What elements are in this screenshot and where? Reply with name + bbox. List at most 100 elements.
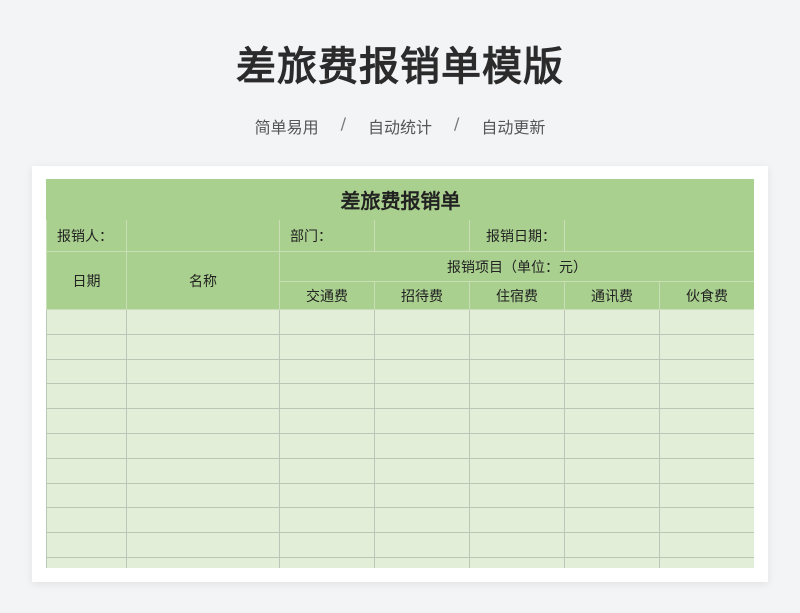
table-cell[interactable] xyxy=(46,457,127,484)
table-cell[interactable] xyxy=(658,507,754,534)
table-cell[interactable] xyxy=(658,482,754,509)
table-cell[interactable] xyxy=(46,556,127,568)
table-cell[interactable] xyxy=(46,358,127,385)
table-cell[interactable] xyxy=(469,383,565,410)
table-cell[interactable] xyxy=(469,309,565,335)
table-cell[interactable] xyxy=(279,358,375,385)
table-cell[interactable] xyxy=(564,358,660,385)
table-cell[interactable] xyxy=(279,532,375,558)
table-cell[interactable] xyxy=(658,408,754,434)
table-cell[interactable] xyxy=(46,333,127,360)
table-cell[interactable] xyxy=(126,383,280,410)
table-cell[interactable] xyxy=(374,532,470,558)
sheet-title: 差旅费报销单 xyxy=(46,179,754,220)
table-cell[interactable] xyxy=(564,408,660,434)
table-cell[interactable] xyxy=(46,432,127,459)
date-label: 报销日期： xyxy=(469,219,565,252)
table-cell[interactable] xyxy=(564,556,660,568)
spreadsheet: 差旅费报销单 报销人： 部门： 报销日期： 日期 名称 报销项目（单位：元） 交… xyxy=(46,179,754,568)
table-cell[interactable] xyxy=(279,408,375,434)
table-cell[interactable] xyxy=(564,309,660,335)
table-cell[interactable] xyxy=(374,408,470,434)
table-cell[interactable] xyxy=(46,532,127,558)
table-cell[interactable] xyxy=(658,309,754,335)
reporter-label: 报销人： xyxy=(46,219,127,252)
table-cell[interactable] xyxy=(279,333,375,360)
table-cell[interactable] xyxy=(46,383,127,410)
table-cell[interactable] xyxy=(46,309,127,335)
table-cell[interactable] xyxy=(469,532,565,558)
table-cell[interactable] xyxy=(469,507,565,534)
table-cell[interactable] xyxy=(126,432,280,459)
table-cell[interactable] xyxy=(469,333,565,360)
table-cell[interactable] xyxy=(279,383,375,410)
table-cell[interactable] xyxy=(374,556,470,568)
table-cell[interactable] xyxy=(658,532,754,558)
table-cell[interactable] xyxy=(564,457,660,484)
table-cell[interactable] xyxy=(374,333,470,360)
table-cell[interactable] xyxy=(279,432,375,459)
table-cell[interactable] xyxy=(658,358,754,385)
table-cell[interactable] xyxy=(564,507,660,534)
items-header-row: 日期 名称 报销项目（单位：元） xyxy=(46,251,754,310)
table-row xyxy=(46,408,754,434)
feature-tags: 简单易用 / 自动统计 / 自动更新 xyxy=(0,114,800,138)
table-cell[interactable] xyxy=(46,408,127,434)
table-row xyxy=(46,457,754,484)
table-cell[interactable] xyxy=(469,457,565,484)
sheet-title-row: 差旅费报销单 xyxy=(46,179,754,220)
table-cell[interactable] xyxy=(658,556,754,568)
table-cell[interactable] xyxy=(374,432,470,459)
table-row xyxy=(46,482,754,509)
table-cell[interactable] xyxy=(126,457,280,484)
table-cell[interactable] xyxy=(126,408,280,434)
tag-separator: / xyxy=(454,114,460,133)
table-cell[interactable] xyxy=(126,309,280,335)
table-cell[interactable] xyxy=(126,532,280,558)
name-column-header: 名称 xyxy=(126,251,280,310)
table-cell[interactable] xyxy=(46,507,127,534)
table-cell[interactable] xyxy=(469,432,565,459)
date-column-header: 日期 xyxy=(46,251,127,310)
table-row xyxy=(46,432,754,459)
table-cell[interactable] xyxy=(564,333,660,360)
table-cell[interactable] xyxy=(126,482,280,509)
table-cell[interactable] xyxy=(126,333,280,360)
table-cell[interactable] xyxy=(374,383,470,410)
table-cell[interactable] xyxy=(564,482,660,509)
table-cell[interactable] xyxy=(564,383,660,410)
table-cell[interactable] xyxy=(564,432,660,459)
table-cell[interactable] xyxy=(279,457,375,484)
table-cell[interactable] xyxy=(374,358,470,385)
table-cell[interactable] xyxy=(374,507,470,534)
table-cell[interactable] xyxy=(658,432,754,459)
table-cell[interactable] xyxy=(658,457,754,484)
item-col-meals: 伙食费 xyxy=(658,281,754,310)
reporter-cell[interactable] xyxy=(126,219,280,252)
table-cell[interactable] xyxy=(469,408,565,434)
table-cell[interactable] xyxy=(126,358,280,385)
table-cell[interactable] xyxy=(564,532,660,558)
item-col-entertainment: 招待费 xyxy=(374,281,470,310)
table-cell[interactable] xyxy=(374,309,470,335)
table-cell[interactable] xyxy=(469,482,565,509)
item-col-transport: 交通费 xyxy=(279,281,375,310)
table-cell[interactable] xyxy=(279,482,375,509)
table-cell[interactable] xyxy=(374,482,470,509)
data-rows xyxy=(46,309,754,568)
table-cell[interactable] xyxy=(126,556,280,568)
table-cell[interactable] xyxy=(126,507,280,534)
table-cell[interactable] xyxy=(279,309,375,335)
dept-cell[interactable] xyxy=(374,219,470,252)
table-cell[interactable] xyxy=(279,556,375,568)
table-cell[interactable] xyxy=(658,333,754,360)
date-cell[interactable] xyxy=(563,219,754,252)
table-cell[interactable] xyxy=(469,556,565,568)
table-cell[interactable] xyxy=(279,507,375,534)
table-cell[interactable] xyxy=(46,482,127,509)
table-cell[interactable] xyxy=(469,358,565,385)
item-col-communication: 通讯费 xyxy=(564,281,660,310)
table-cell[interactable] xyxy=(658,383,754,410)
table-row xyxy=(46,556,754,568)
table-cell[interactable] xyxy=(374,457,470,484)
